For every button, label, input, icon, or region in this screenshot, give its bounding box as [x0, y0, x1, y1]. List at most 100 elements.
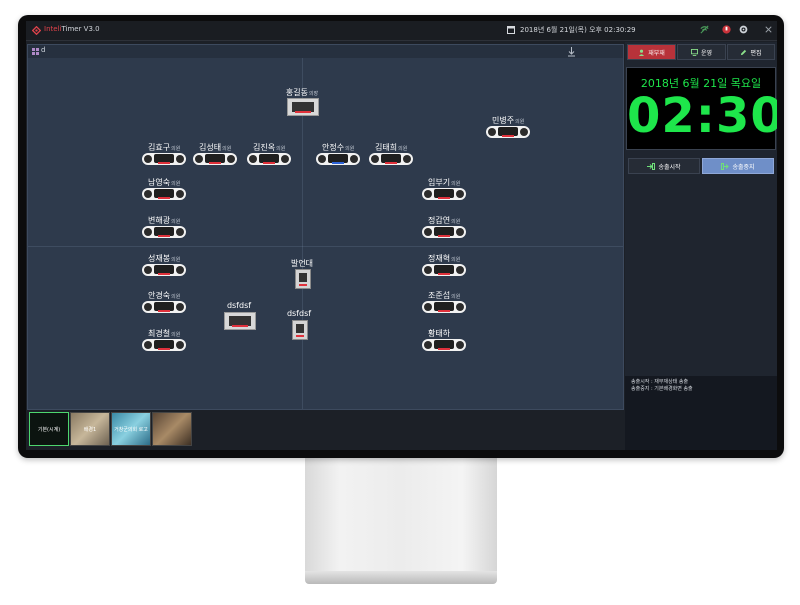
- seat-name: 최경철: [148, 329, 171, 338]
- seat-name: 황태하: [428, 329, 451, 338]
- broadcast-start-label: 송출시작: [658, 163, 681, 171]
- seat-item[interactable]: 황태하: [422, 328, 466, 352]
- close-icon[interactable]: [763, 24, 774, 35]
- thumbnail-label: 기본(시계): [37, 427, 61, 433]
- seat-item[interactable]: 민병주의원: [486, 115, 530, 139]
- log-entry: 송출중지 : 기본배경화면 송출: [631, 386, 693, 392]
- seat-mic-unit: [486, 126, 530, 138]
- seat-mic-unit: [422, 339, 466, 351]
- seat-item[interactable]: 최경철의원: [142, 328, 186, 352]
- download-icon[interactable]: [567, 46, 576, 57]
- stand-device: [295, 269, 311, 289]
- podium-device: [224, 312, 256, 330]
- gear-icon[interactable]: [738, 24, 749, 35]
- seat-role: 의원: [451, 219, 461, 225]
- seat-mic-unit: [142, 226, 186, 238]
- mode-tabs: 재부재 운영 편집: [627, 44, 775, 61]
- podium-device: [287, 98, 319, 116]
- seat-role: 의원: [515, 119, 525, 125]
- person-icon: [639, 49, 645, 56]
- broadcast-start-button[interactable]: 송출시작: [628, 158, 700, 174]
- seat-item[interactable]: 김효구의원: [142, 142, 186, 166]
- seat-name: 조준섭: [428, 291, 451, 300]
- seat-role: 의원: [171, 146, 181, 152]
- tab-operation[interactable]: 운영: [677, 44, 726, 60]
- broadcast-stop-button[interactable]: 송출중지: [702, 158, 774, 174]
- seat-mic-unit: [142, 188, 186, 200]
- seat-item[interactable]: 안경숙의원: [142, 290, 186, 314]
- seat-mic-unit: [422, 226, 466, 238]
- broadcast-stop-label: 송출중지: [732, 163, 755, 171]
- seat-mic-unit: [316, 153, 360, 165]
- thumbnail-item[interactable]: [152, 412, 192, 446]
- seat-role: 의원: [345, 146, 355, 152]
- seat-item[interactable]: 임부기의원: [422, 177, 466, 201]
- canvas-header: d: [28, 45, 623, 58]
- title-bar: InteliTimer V3.0 2018년 6월 21일(목) 오후 02:3…: [26, 21, 777, 41]
- monitor-stand-base: [305, 571, 497, 584]
- current-datetime: 2018년 6월 21일(목) 오후 02:30:29: [520, 26, 636, 34]
- edit-icon: [741, 49, 747, 55]
- seat-role: 의원: [171, 219, 181, 225]
- app-window: InteliTimer V3.0 2018년 6월 21일(목) 오후 02:3…: [26, 21, 777, 450]
- record-icon[interactable]: [721, 24, 732, 35]
- seat-name: 성재봉: [148, 254, 171, 263]
- seat-mic-unit: [422, 264, 466, 276]
- grid-icon: [32, 48, 39, 55]
- seat-name: 정갑연: [428, 216, 451, 225]
- seat-name: 홍길동: [285, 88, 308, 97]
- seat-name: 김성태: [199, 143, 222, 152]
- seat-chair[interactable]: 홍길동의장: [283, 87, 321, 116]
- speaker-stand[interactable]: dsfdsf: [284, 309, 314, 340]
- seat-item[interactable]: 남영숙의원: [142, 177, 186, 201]
- thumbnail-item-selected[interactable]: 기본(시계): [29, 412, 69, 446]
- log-entry: 송출시작 : 재부재상태 송출: [631, 379, 689, 385]
- podium-item[interactable]: dsfdsf: [220, 301, 258, 330]
- tab-label: 운영: [700, 49, 713, 57]
- thumbnail-label: 거창군의회 로고: [114, 427, 148, 433]
- seat-item[interactable]: 조준섭의원: [422, 290, 466, 314]
- seat-role: 의원: [451, 257, 461, 263]
- tab-attendance[interactable]: 재부재: [627, 44, 676, 60]
- wifi-off-icon[interactable]: [699, 24, 710, 35]
- seat-item[interactable]: 정재혁의원: [422, 253, 466, 277]
- tab-edit[interactable]: 편집: [727, 44, 775, 60]
- seat-name: 임부기: [428, 178, 451, 187]
- login-icon: [647, 162, 656, 170]
- seat-name: 김진옥: [253, 143, 276, 152]
- seat-mic-unit: [369, 153, 413, 165]
- seat-item[interactable]: 김진옥의원: [247, 142, 291, 166]
- seat-item[interactable]: 김태희의원: [369, 142, 413, 166]
- seat-mic-unit: [142, 153, 186, 165]
- seat-name: 김효구: [148, 143, 171, 152]
- monitor-icon: [690, 48, 698, 56]
- thumbnail-item[interactable]: 배경1: [70, 412, 110, 446]
- seat-name: 남영숙: [148, 178, 171, 187]
- seat-item[interactable]: 변해광의원: [142, 215, 186, 239]
- clock-time: 02:30: [627, 88, 777, 144]
- seat-role: 의원: [398, 146, 408, 152]
- seat-mic-unit: [142, 301, 186, 313]
- seat-item[interactable]: 성재봉의원: [142, 253, 186, 277]
- seat-name: 안정수: [322, 143, 345, 152]
- seat-item-active[interactable]: 안정수의원: [316, 142, 360, 166]
- logout-icon: [721, 162, 730, 170]
- seat-role: 의원: [171, 181, 181, 187]
- seat-role: 의원: [171, 332, 181, 338]
- stand-device: [292, 320, 308, 340]
- seat-role: 의원: [451, 294, 461, 300]
- seat-item[interactable]: 정갑연의원: [422, 215, 466, 239]
- seat-role: 의원: [171, 294, 181, 300]
- clock-preview: 2018년 6월 21일 목요일 02:30: [626, 67, 777, 150]
- seat-role: 의장: [308, 91, 319, 97]
- control-panel: 재부재 운영 편집 2018년 6월 21일 목요일 02:30 송출시작 송출…: [625, 42, 777, 450]
- speaker-stand[interactable]: 발언대: [287, 258, 317, 289]
- seating-canvas[interactable]: d 홍길동의장 민병주의원 김효구의원 김성태의원 김진옥의원 안정수의원 김태…: [27, 44, 624, 410]
- app-logo-icon: [32, 26, 41, 35]
- seat-item[interactable]: 김성태의원: [193, 142, 237, 166]
- app-title: InteliTimer V3.0: [44, 25, 100, 33]
- seat-name: 민병주: [492, 116, 515, 125]
- thumbnail-item[interactable]: 거창군의회 로고: [111, 412, 151, 446]
- tab-label: 편집: [750, 49, 762, 57]
- seat-name: 발언대: [290, 259, 314, 268]
